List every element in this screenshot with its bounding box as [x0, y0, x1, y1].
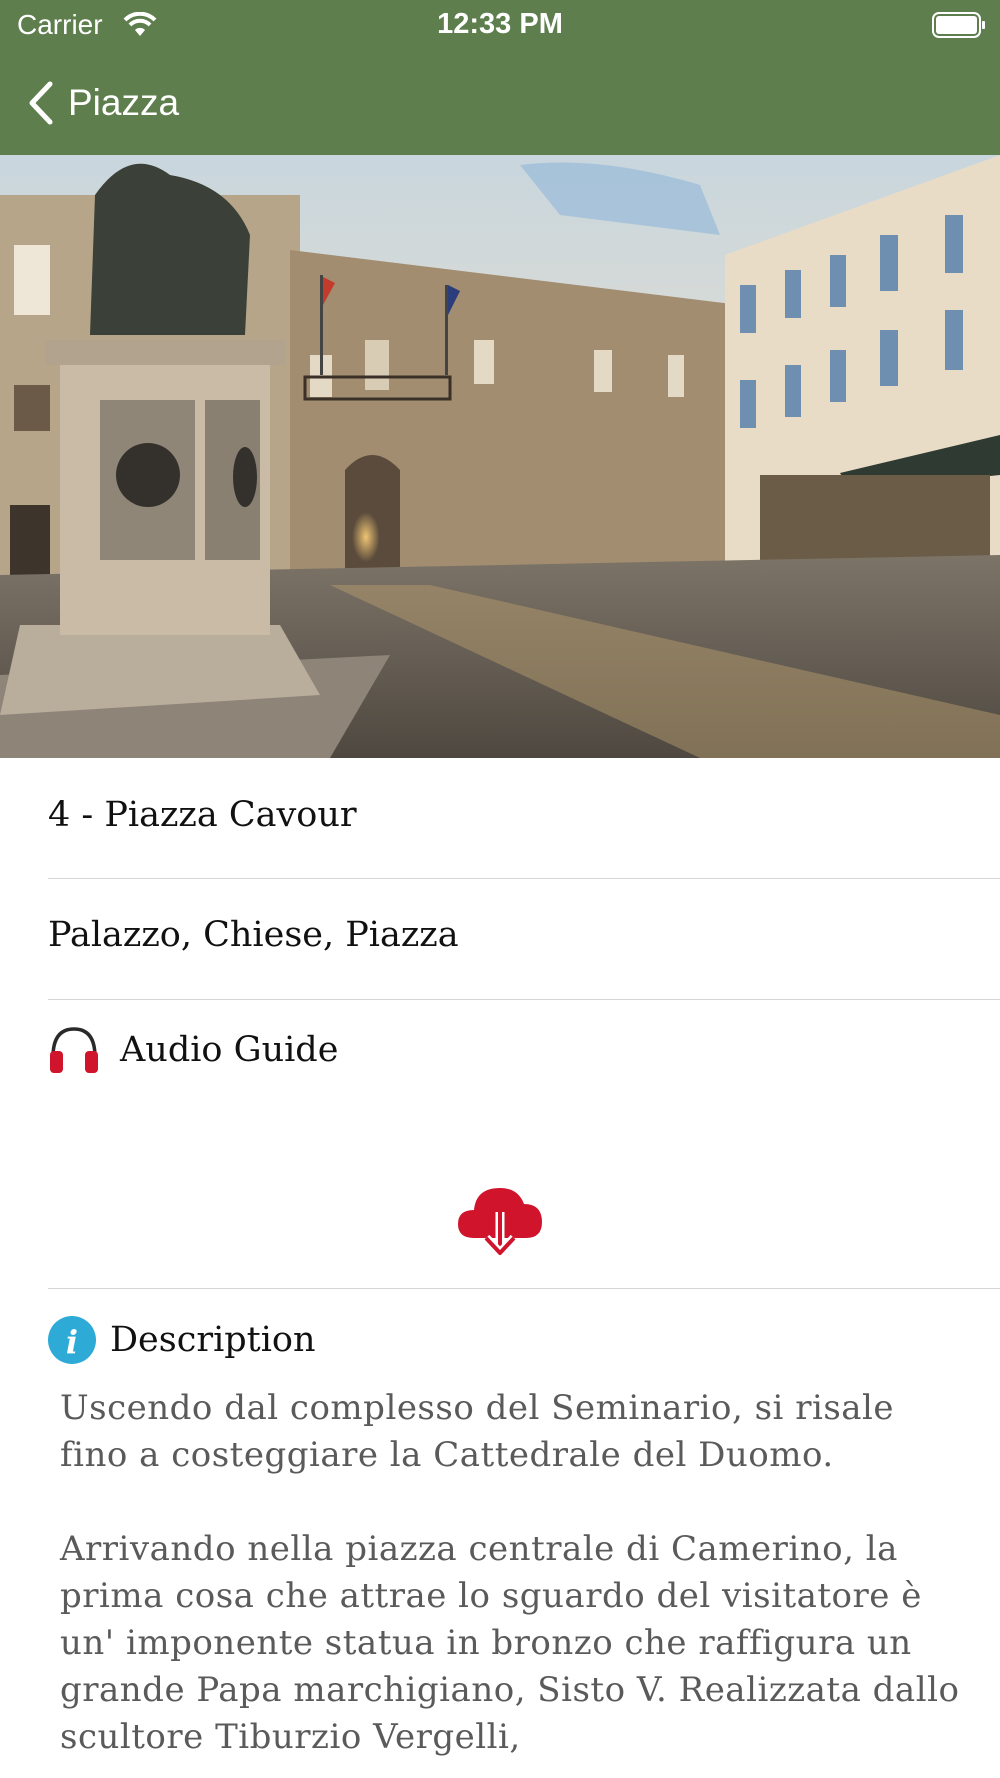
audio-guide-row[interactable]: Audio Guide — [48, 1025, 1000, 1075]
back-button[interactable]: Piazza — [28, 78, 179, 128]
divider — [48, 878, 1000, 879]
place-categories: Palazzo, Chiese, Piazza — [48, 915, 459, 955]
divider — [48, 1288, 1000, 1289]
cloud-download-icon — [458, 1188, 542, 1258]
chevron-left-icon — [29, 81, 53, 125]
description-text: Uscendo dal complesso del Seminario, si … — [60, 1388, 960, 1757]
town-square-illustration — [0, 155, 1000, 758]
clock: 12:33 PM — [437, 8, 563, 40]
battery-icon — [932, 12, 985, 38]
categories-row: Palazzo, Chiese, Piazza — [48, 915, 1000, 955]
description-heading: Description — [110, 1320, 316, 1360]
title-row: 4 - Piazza Cavour — [48, 795, 1000, 835]
headphones-icon — [50, 1027, 98, 1073]
download-audio-button[interactable] — [456, 1180, 544, 1262]
hero-photo — [0, 155, 1000, 758]
audio-guide-label: Audio Guide — [120, 1030, 339, 1070]
place-title: 4 - Piazza Cavour — [48, 795, 357, 835]
info-icon: i — [48, 1316, 96, 1364]
svg-text:i: i — [66, 1323, 78, 1361]
status-bar: Carrier 12:33 PM — [0, 0, 1000, 50]
divider — [48, 999, 1000, 1000]
navigation-bar: Carrier 12:33 PM Piazza — [0, 0, 1000, 155]
back-button-label: Piazza — [68, 82, 180, 123]
description-header: i Description — [48, 1316, 1000, 1364]
